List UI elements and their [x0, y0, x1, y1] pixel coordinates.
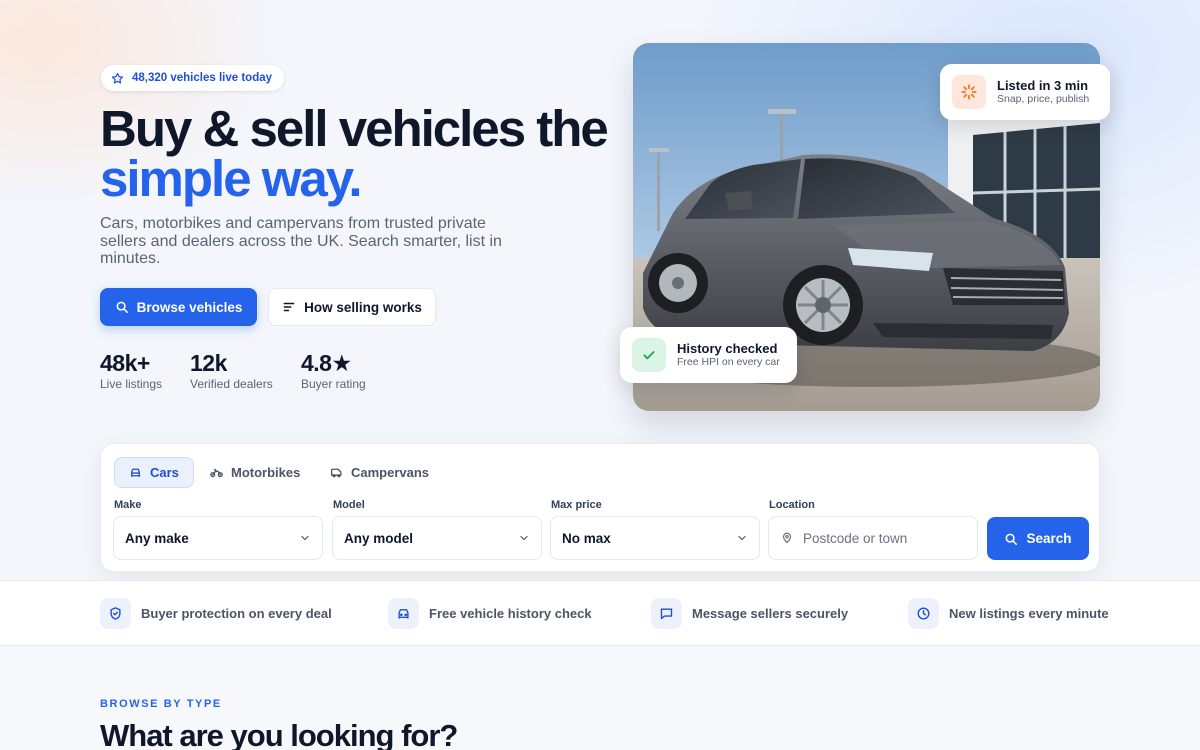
feature-label: Free vehicle history check	[429, 606, 592, 621]
how-selling-works-label: How selling works	[304, 299, 422, 315]
tab-campervans[interactable]: Campervans	[316, 457, 443, 488]
live-vehicles-badge: 48,320 vehicles live today	[101, 65, 285, 91]
location-placeholder: Postcode or town	[803, 530, 908, 546]
make-value: Any make	[125, 530, 189, 546]
browse-section-title: What are you looking for?	[100, 718, 458, 750]
search-icon	[1004, 532, 1018, 546]
listed-card-subtitle: Snap, price, publish	[997, 93, 1090, 105]
tab-cars[interactable]: Cars	[114, 457, 194, 488]
tab-label: Motorbikes	[231, 465, 301, 480]
stat-value: 12k	[190, 350, 227, 376]
stat-live-listings: 48k+ Live listings	[100, 350, 162, 391]
clock-icon	[908, 598, 939, 629]
chevron-down-icon	[736, 532, 748, 544]
feature-history-check: Free vehicle history check	[388, 598, 592, 629]
feature-buyer-protection: Buyer protection on every deal	[100, 598, 332, 629]
motorbike-icon	[210, 466, 223, 479]
car-front-icon	[388, 598, 419, 629]
features-strip: Buyer protection on every deal Free vehi…	[0, 580, 1200, 646]
search-icon	[115, 300, 129, 314]
how-selling-works-button[interactable]: How selling works	[268, 288, 436, 326]
max-price-label: Max price	[551, 499, 602, 511]
stat-verified-dealers: 12k Verified dealers	[190, 350, 273, 391]
tab-label: Cars	[150, 465, 179, 480]
shield-icon	[100, 598, 131, 629]
stat-label: Buyer rating	[301, 377, 366, 391]
max-price-select[interactable]: No max	[550, 516, 760, 560]
location-input[interactable]: Postcode or town	[768, 516, 978, 560]
model-label: Model	[333, 499, 365, 511]
stat-value: 4.8★	[301, 350, 352, 376]
max-price-value: No max	[562, 530, 611, 546]
feature-label: Buyer protection on every deal	[141, 606, 332, 621]
location-label: Location	[769, 499, 815, 511]
make-label: Make	[114, 499, 142, 511]
car-icon	[129, 466, 142, 479]
headline-accent: simple way.	[100, 150, 363, 207]
feature-message-sellers: Message sellers securely	[651, 598, 848, 629]
listed-in-3-min-card: Listed in 3 min Snap, price, publish	[940, 64, 1110, 120]
stat-buyer-rating: 4.8★ Buyer rating	[301, 350, 366, 391]
spinner-icon	[952, 75, 986, 109]
feature-new-listings: New listings every minute	[908, 598, 1109, 629]
chevron-down-icon	[299, 532, 311, 544]
search-button[interactable]: Search	[987, 517, 1089, 560]
browse-vehicles-button[interactable]: Browse vehicles	[100, 288, 257, 326]
chevron-down-icon	[518, 532, 530, 544]
browse-vehicles-label: Browse vehicles	[136, 299, 243, 315]
stat-label: Verified dealers	[190, 377, 273, 391]
stat-label: Live listings	[100, 377, 163, 391]
star-icon	[111, 72, 124, 85]
feature-label: Message sellers securely	[692, 606, 849, 621]
history-card-title: History checked	[677, 341, 778, 356]
feature-label: New listings every minute	[949, 606, 1109, 621]
search-button-label: Search	[1026, 531, 1072, 546]
hero-headline: Buy & sell vehicles the simple way.	[100, 103, 620, 207]
tab-motorbikes[interactable]: Motorbikes	[196, 457, 314, 488]
campervan-icon	[330, 466, 343, 479]
browse-section-eyebrow: BROWSE BY TYPE	[100, 698, 222, 710]
history-checked-card: History checked Free HPI on every car	[620, 327, 797, 383]
headline-line-1: Buy & sell vehicles the	[100, 100, 609, 157]
check-icon	[632, 338, 666, 372]
tab-label: Campervans	[351, 465, 430, 480]
model-value: Any model	[344, 530, 414, 546]
list-icon	[282, 300, 296, 314]
message-icon	[651, 598, 682, 629]
stat-value: 48k+	[100, 350, 150, 376]
model-select[interactable]: Any model	[332, 516, 542, 560]
listed-card-title: Listed in 3 min	[997, 78, 1089, 93]
make-select[interactable]: Any make	[113, 516, 323, 560]
badge-text: 48,320 vehicles live today	[132, 72, 273, 84]
vehicle-search-panel: Cars Motorbikes Campervans Make Any make…	[100, 443, 1100, 572]
history-card-subtitle: Free HPI on every car	[677, 356, 780, 368]
map-pin-icon	[781, 532, 793, 544]
hero-subtitle: Cars, motorbikes and campervans from tru…	[100, 215, 502, 267]
